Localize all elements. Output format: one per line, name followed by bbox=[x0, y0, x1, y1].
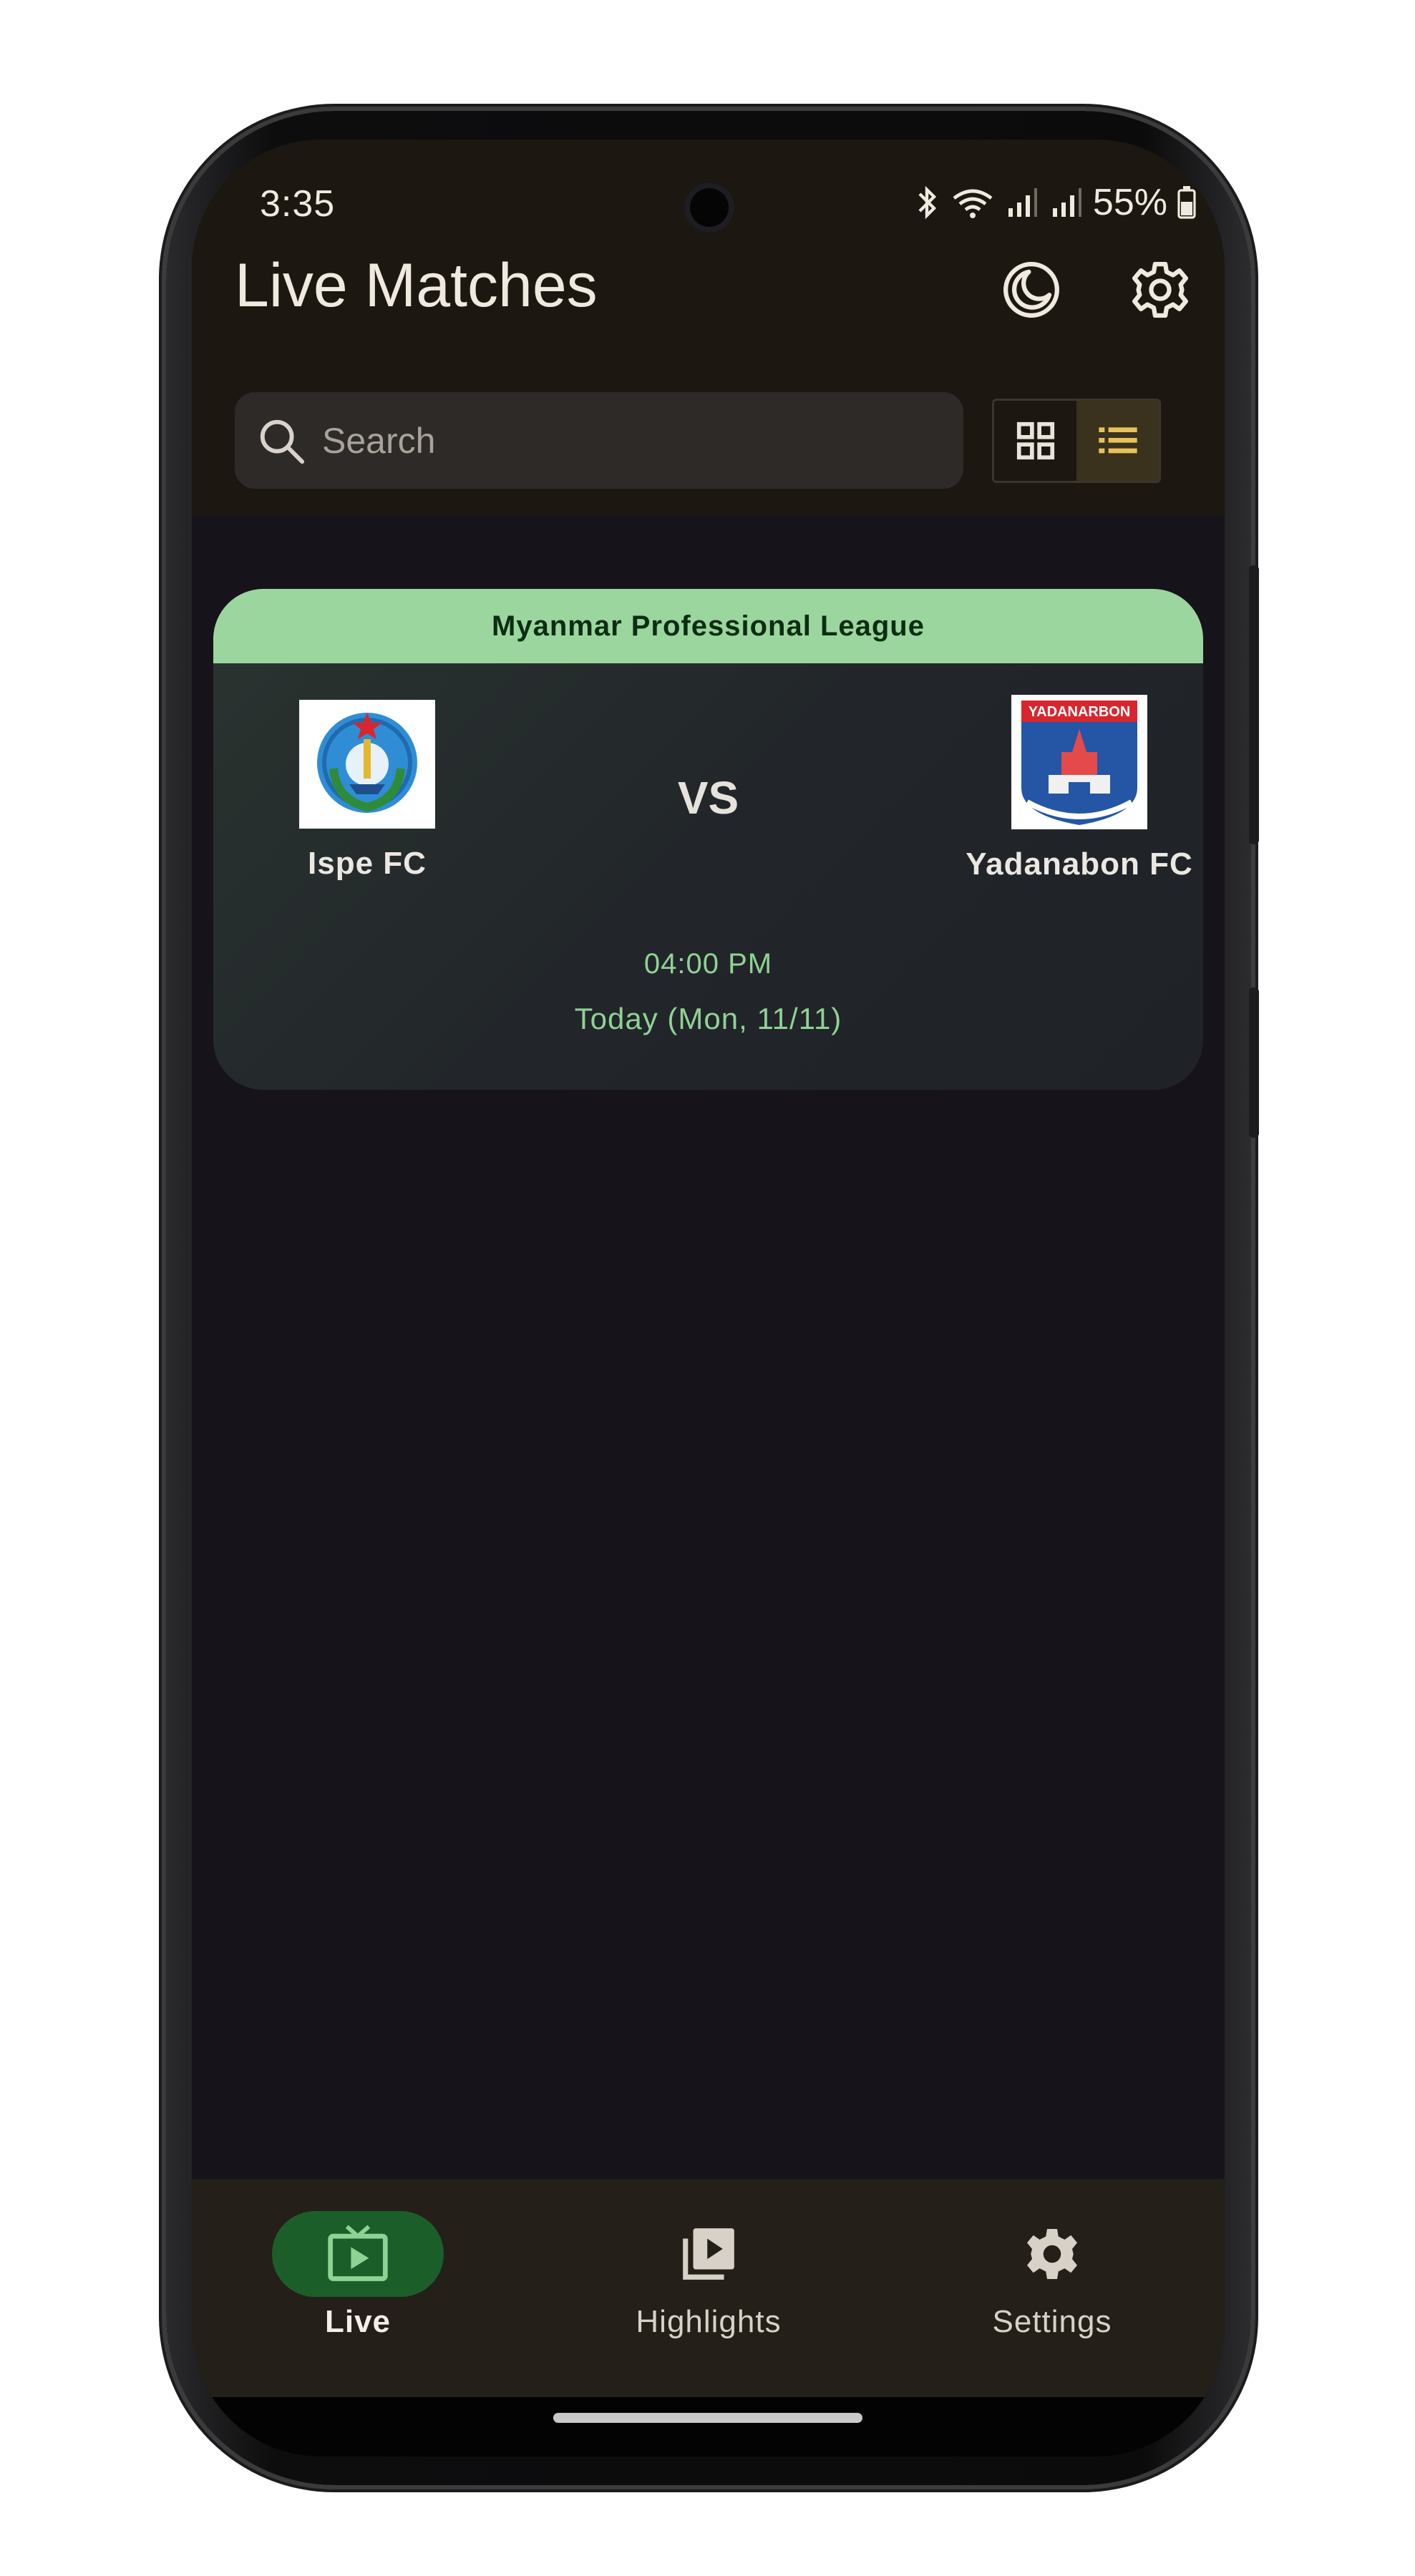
app-screen: 3:35 55% Live Matches Search Myanmar Pro… bbox=[192, 140, 1225, 2457]
nav-live-pill bbox=[272, 2211, 444, 2297]
nav-highlights-pill bbox=[623, 2211, 794, 2297]
battery-icon bbox=[1177, 186, 1196, 219]
settings-button[interactable] bbox=[1128, 258, 1192, 322]
signal-icon bbox=[1008, 188, 1037, 217]
gear-icon bbox=[1132, 262, 1188, 318]
match-card[interactable]: Myanmar Professional League Ispe FC VS Y… bbox=[213, 589, 1203, 1090]
video-library-icon bbox=[683, 2228, 734, 2280]
league-banner: Myanmar Professional League bbox=[213, 589, 1203, 663]
grid-view-icon bbox=[1016, 421, 1054, 460]
search-input[interactable] bbox=[321, 419, 932, 462]
gear-icon bbox=[1027, 2229, 1077, 2279]
battery-percent: 55% bbox=[1092, 182, 1167, 223]
phone-volume-button bbox=[1249, 987, 1259, 1138]
away-team-name: Yadanabon FC bbox=[966, 847, 1193, 882]
status-icons: 55% bbox=[913, 181, 1196, 224]
app-header: 3:35 55% Live Matches Search bbox=[192, 140, 1225, 515]
match-time: 04:00 PM bbox=[643, 948, 773, 980]
nav-item-settings[interactable]: Settings bbox=[938, 2211, 1167, 2340]
list-view-icon bbox=[1098, 427, 1137, 454]
wifi-icon bbox=[953, 189, 993, 218]
nav-item-highlights[interactable]: Highlights bbox=[594, 2211, 823, 2340]
away-team-logo: YADANARBON bbox=[1011, 695, 1147, 829]
home-team-name: Ispe FC bbox=[308, 846, 427, 881]
gesture-bar-area bbox=[192, 2397, 1225, 2457]
phone-power-button bbox=[1249, 565, 1259, 844]
moon-icon bbox=[1003, 262, 1059, 318]
view-toggle bbox=[992, 399, 1161, 483]
nav-label-live: Live bbox=[324, 2304, 392, 2339]
nav-label-highlights: Highlights bbox=[636, 2304, 782, 2339]
theme-toggle-button[interactable] bbox=[999, 258, 1064, 322]
status-bar: 3:35 55% bbox=[192, 161, 1225, 233]
grid-view-button[interactable] bbox=[994, 401, 1076, 481]
search-icon bbox=[260, 419, 305, 464]
bottom-navigation: Live Highlights Settings bbox=[192, 2179, 1225, 2397]
nav-item-live[interactable]: Live bbox=[243, 2211, 472, 2340]
page-title: Live Matches bbox=[235, 251, 598, 320]
signal-icon-2 bbox=[1052, 188, 1081, 217]
list-view-button[interactable] bbox=[1076, 401, 1159, 481]
live-tv-icon bbox=[328, 2225, 388, 2281]
search-bar[interactable] bbox=[235, 392, 963, 489]
match-date: Today (Mon, 11/11) bbox=[574, 1002, 842, 1035]
bluetooth-icon bbox=[918, 185, 937, 220]
nav-settings-pill bbox=[966, 2211, 1138, 2297]
away-team: YADANARBON Yadanabon FC bbox=[965, 695, 1194, 882]
front-camera bbox=[684, 182, 734, 233]
status-time: 3:35 bbox=[260, 183, 336, 225]
away-logo-text: YADANARBON bbox=[1029, 704, 1131, 720]
home-gesture-handle[interactable] bbox=[553, 2413, 862, 2423]
nav-label-settings: Settings bbox=[992, 2304, 1112, 2339]
